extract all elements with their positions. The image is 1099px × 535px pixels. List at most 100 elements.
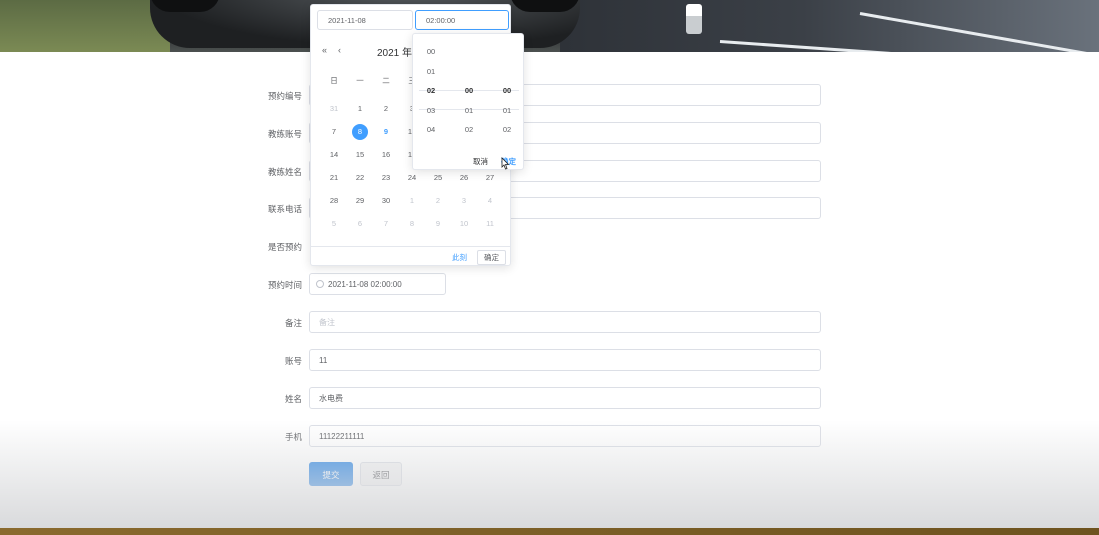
calendar-day[interactable]: 14 xyxy=(321,145,347,165)
calendar-day-number: 8 xyxy=(352,124,368,140)
calendar-day-number: 28 xyxy=(329,196,339,205)
calendar-day[interactable]: 24 xyxy=(399,168,425,188)
calendar-day[interactable]: 7 xyxy=(321,122,347,142)
calendar-day[interactable]: 5 xyxy=(321,214,347,234)
prev-year-button[interactable]: « xyxy=(322,45,327,55)
calendar-day-number: 11 xyxy=(486,219,494,228)
calendar-day-number: 14 xyxy=(329,150,339,159)
weekday-header: 二 xyxy=(382,76,390,85)
calendar-day[interactable]: 8 xyxy=(399,214,425,234)
picker-year-label: 2021 年 xyxy=(377,48,413,59)
picker-footer: 此刻 确定 xyxy=(311,246,510,267)
form-label: 联系电话 xyxy=(267,204,302,214)
now-button[interactable]: 此刻 xyxy=(452,252,467,263)
form-label: 预约时间 xyxy=(267,280,302,290)
calendar-day[interactable]: 29 xyxy=(347,191,373,211)
form-label: 手机 xyxy=(284,432,302,442)
calendar-day[interactable]: 10 xyxy=(451,214,477,234)
back-button[interactable]: 返回 xyxy=(360,462,402,486)
calendar-day-number: 21 xyxy=(329,173,339,182)
minute-column[interactable]: 00 01 02 xyxy=(454,81,484,140)
form-input[interactable]: 11122211111 xyxy=(309,425,821,447)
time-option[interactable]: 01 xyxy=(492,101,522,121)
calendar-day[interactable]: 30 xyxy=(373,191,399,211)
hero-banner xyxy=(0,0,1099,52)
calendar-day-number: 30 xyxy=(381,196,391,205)
form-label: 姓名 xyxy=(284,394,302,404)
time-option[interactable]: 00 xyxy=(416,42,446,62)
prev-month-button[interactable]: ‹ xyxy=(338,45,341,55)
calendar-day-number: 6 xyxy=(357,219,363,228)
banner-cone xyxy=(686,4,702,34)
calendar-day-selected[interactable]: 8 xyxy=(347,122,373,142)
calendar-day[interactable]: 1 xyxy=(347,99,373,119)
calendar-day-number: 9 xyxy=(383,127,389,136)
calendar-day-number: 25 xyxy=(433,173,443,182)
calendar-day[interactable]: 26 xyxy=(451,168,477,188)
form-input[interactable]: 备注 xyxy=(309,311,821,333)
time-option[interactable]: 02 xyxy=(492,120,522,140)
calendar-day-number: 7 xyxy=(331,127,337,136)
calendar-day[interactable]: 2 xyxy=(373,99,399,119)
footer-bar xyxy=(0,528,1099,535)
hour-column[interactable]: 00 01 02 03 04 xyxy=(416,42,446,140)
time-spinner-panel: 00 01 02 03 04 00 01 02 00 01 02 取消 确定 xyxy=(412,33,524,170)
calendar-day[interactable]: 21 xyxy=(321,168,347,188)
calendar-day[interactable]: 4 xyxy=(477,191,503,211)
calendar-day[interactable]: 31 xyxy=(321,99,347,119)
time-option[interactable]: 00 xyxy=(454,81,484,101)
calendar-day-number: 4 xyxy=(487,196,493,205)
calendar-day-number: 9 xyxy=(435,219,441,228)
calendar-day[interactable]: 25 xyxy=(425,168,451,188)
calendar-day[interactable]: 22 xyxy=(347,168,373,188)
time-option[interactable]: 02 xyxy=(416,81,446,101)
calendar-day-number: 3 xyxy=(461,196,467,205)
form-input-placeholder: 备注 xyxy=(319,318,335,327)
calendar-day[interactable]: 9 xyxy=(425,214,451,234)
appointment-time-input[interactable]: 2021-11-08 02:00:00 xyxy=(309,273,446,295)
time-option[interactable]: 01 xyxy=(416,62,446,82)
calendar-day-number: 16 xyxy=(381,150,391,159)
clock-icon xyxy=(316,280,324,288)
calendar-day-number: 7 xyxy=(383,219,389,228)
weekday-header: 日 xyxy=(330,76,338,85)
calendar-day[interactable]: 7 xyxy=(373,214,399,234)
calendar-day[interactable]: 23 xyxy=(373,168,399,188)
time-cancel-button[interactable]: 取消 xyxy=(473,156,488,167)
form-label: 账号 xyxy=(284,356,302,366)
second-column[interactable]: 00 01 02 xyxy=(492,81,522,140)
calendar-day[interactable]: 28 xyxy=(321,191,347,211)
banner-car-wheel xyxy=(510,0,580,12)
form-input[interactable]: 水电费 xyxy=(309,387,821,409)
form-label: 备注 xyxy=(284,318,302,328)
calendar-day-number: 23 xyxy=(381,173,391,182)
time-option[interactable]: 04 xyxy=(416,120,446,140)
calendar-day-number: 2 xyxy=(435,196,441,205)
time-option[interactable]: 03 xyxy=(416,101,446,121)
time-option[interactable]: 00 xyxy=(492,81,522,101)
calendar-day-number: 10 xyxy=(459,219,469,228)
calendar-day[interactable]: 9 xyxy=(373,122,399,142)
picker-date-input[interactable]: 2021-11-08 xyxy=(317,10,413,30)
calendar-day-number: 8 xyxy=(409,219,415,228)
form-input-value: 11122211111 xyxy=(319,432,365,441)
form-input[interactable]: 11 xyxy=(309,349,821,371)
mouse-cursor-icon xyxy=(501,157,510,170)
submit-button[interactable]: 提交 xyxy=(309,462,353,486)
calendar-day[interactable]: 11 xyxy=(477,214,503,234)
picker-confirm-button[interactable]: 确定 xyxy=(477,250,506,265)
form-input-value: 11 xyxy=(319,356,328,365)
calendar-day[interactable]: 2 xyxy=(425,191,451,211)
calendar-day[interactable]: 1 xyxy=(399,191,425,211)
banner-grass xyxy=(0,0,170,52)
calendar-day[interactable]: 6 xyxy=(347,214,373,234)
weekday-header: 一 xyxy=(356,76,364,85)
form-label: 教练姓名 xyxy=(267,167,302,177)
time-option[interactable]: 02 xyxy=(454,120,484,140)
picker-time-input[interactable]: 02:00:00 xyxy=(415,10,509,30)
calendar-day[interactable]: 15 xyxy=(347,145,373,165)
calendar-day-number: 31 xyxy=(329,104,339,113)
calendar-day[interactable]: 3 xyxy=(451,191,477,211)
time-option[interactable]: 01 xyxy=(454,101,484,121)
calendar-day[interactable]: 16 xyxy=(373,145,399,165)
